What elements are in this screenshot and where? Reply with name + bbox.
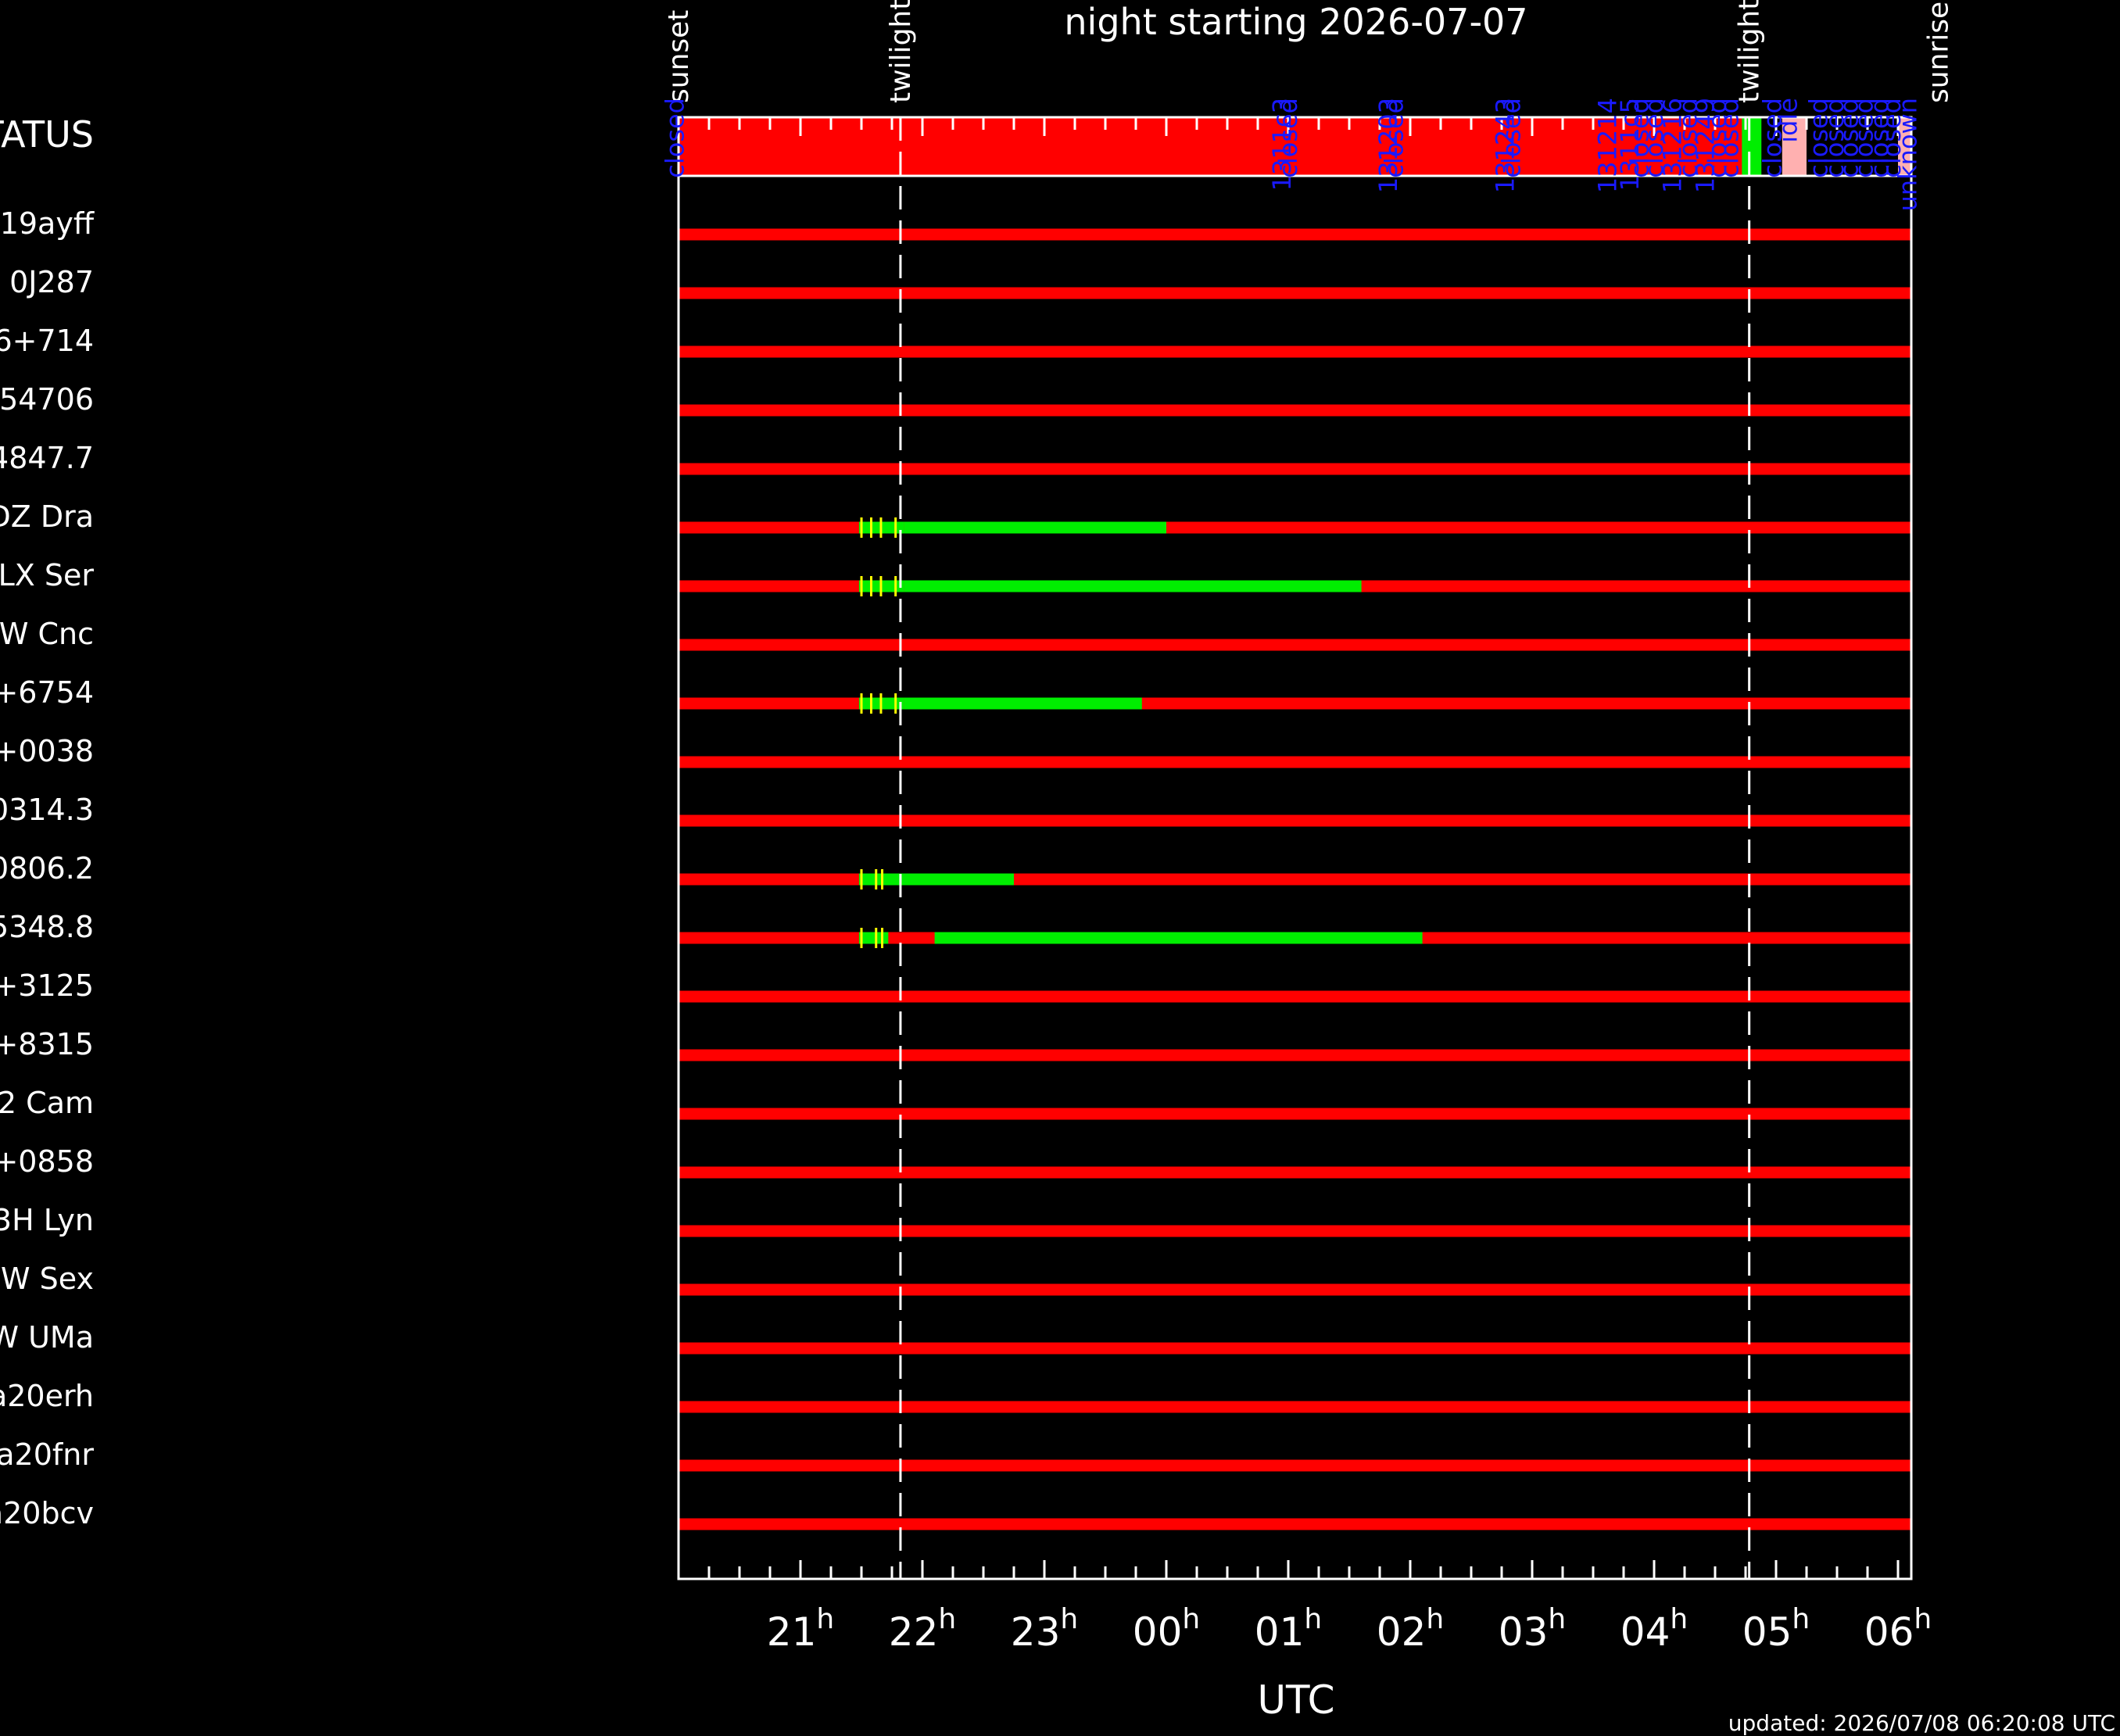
- target-name-18: SW Sex: [0, 1262, 94, 1296]
- status-label: STATUS: [0, 113, 94, 156]
- target-name-20: a20erh: [0, 1379, 94, 1413]
- event-label-0: sunset: [663, 10, 695, 103]
- event-label-1: twilight: [885, 0, 917, 103]
- target-name-4: 4847.7: [0, 441, 94, 475]
- tick-label-hour: 00: [1133, 1609, 1183, 1655]
- target-bar-3: [679, 404, 1911, 417]
- target-name-1: 0J287: [9, 265, 94, 299]
- tick-label-hour: 22: [889, 1609, 939, 1655]
- event-label-2: twilight: [1734, 0, 1766, 103]
- chart-title: night starting 2026-07-07: [1064, 1, 1527, 43]
- tick-label-hour: 06: [1864, 1609, 1914, 1655]
- tick-label-unit: h: [1182, 1603, 1200, 1635]
- target-bar-13: [679, 990, 1911, 1003]
- target-observable-8-1: [904, 697, 1142, 710]
- target-bar-15: [679, 1108, 1911, 1120]
- target-name-15: 2 Cam: [0, 1086, 94, 1120]
- tick-label-hour: 04: [1620, 1609, 1671, 1655]
- target-bar-20: [679, 1401, 1911, 1413]
- tick-label-hour: 05: [1742, 1609, 1792, 1655]
- target-observable-5-1: [904, 521, 1166, 534]
- target-observable-12-0: [858, 932, 889, 944]
- target-name-5: DZ Dra: [0, 499, 94, 534]
- target-bar-19: [679, 1342, 1911, 1355]
- tick-label-unit: h: [1060, 1603, 1078, 1635]
- target-bar-4: [679, 463, 1911, 475]
- status-annotation-6: closed: [1496, 98, 1526, 178]
- target-name-13: +3125: [0, 968, 94, 1003]
- status-annotation-4: closed: [1380, 98, 1409, 178]
- status-annotation-24: unknown: [1893, 98, 1922, 211]
- target-bar-7: [679, 639, 1911, 651]
- target-name-0: 19ayff: [0, 206, 95, 241]
- x-axis-label: UTC: [1257, 1677, 1334, 1723]
- target-bar-16: [679, 1166, 1911, 1179]
- target-name-9: +0038: [0, 734, 94, 768]
- target-name-3: 54706: [0, 382, 94, 417]
- target-name-11: 0806.2: [0, 851, 94, 886]
- tick-label-hour: 01: [1255, 1609, 1305, 1655]
- updated-timestamp: updated: 2026/07/08 06:20:08 UTC: [1728, 1710, 2115, 1736]
- target-name-14: +8315: [0, 1027, 94, 1061]
- tick-label-hour: 23: [1011, 1609, 1061, 1655]
- tick-label-unit: h: [1548, 1603, 1566, 1635]
- target-name-19: W UMa: [0, 1320, 94, 1355]
- tick-label-unit: h: [1426, 1603, 1444, 1635]
- target-bar-2: [679, 345, 1911, 358]
- status-annotation-17: idle: [1774, 98, 1803, 143]
- status-annotation-0: closed: [660, 98, 689, 178]
- target-name-16: +0858: [0, 1144, 94, 1179]
- observability-chart: sunset twilight twilight sunrise 21h 22h 23h 0…: [0, 0, 2120, 1736]
- status-annotation-2: closed: [1273, 98, 1303, 178]
- target-name-8: +6754: [0, 675, 94, 710]
- tick-label-unit: h: [1914, 1603, 1932, 1635]
- target-name-2: 6+714: [0, 324, 94, 358]
- target-name-22: a20bcv: [0, 1496, 94, 1530]
- target-bar-22: [679, 1518, 1911, 1530]
- target-bar-18: [679, 1283, 1911, 1296]
- tick-label-unit: h: [1670, 1603, 1688, 1635]
- target-name-10: 0314.3: [0, 793, 94, 827]
- tick-label-hour: 21: [767, 1609, 817, 1655]
- target-observable-6-1: [904, 580, 1362, 592]
- target-name-12: 5348.8: [0, 910, 94, 944]
- target-bar-0: [679, 228, 1911, 241]
- tick-label-unit: h: [1304, 1603, 1322, 1635]
- tick-label-hour: 02: [1377, 1609, 1427, 1655]
- target-name-6: LX Ser: [0, 558, 94, 592]
- tick-label-unit: h: [1792, 1603, 1810, 1635]
- status-annotation-15: closed: [1715, 98, 1745, 178]
- target-name-7: W Cnc: [0, 617, 94, 651]
- tick-label-hour: 03: [1499, 1609, 1549, 1655]
- target-name-17: 3H Lyn: [0, 1203, 94, 1237]
- event-label-3: sunrise: [1922, 2, 1954, 103]
- target-bar-14: [679, 1049, 1911, 1061]
- target-name-21: a20fnr: [0, 1437, 94, 1472]
- target-bar-1: [679, 287, 1911, 299]
- target-bar-21: [679, 1459, 1911, 1472]
- tick-label-unit: h: [816, 1603, 834, 1635]
- target-observable-12-1: [934, 932, 1423, 944]
- target-bar-17: [679, 1225, 1911, 1237]
- chart-background: [0, 0, 2120, 1736]
- target-bar-10: [679, 814, 1911, 827]
- target-bar-9: [679, 756, 1911, 768]
- status-segment-0: [679, 117, 1753, 176]
- tick-label-unit: h: [938, 1603, 956, 1635]
